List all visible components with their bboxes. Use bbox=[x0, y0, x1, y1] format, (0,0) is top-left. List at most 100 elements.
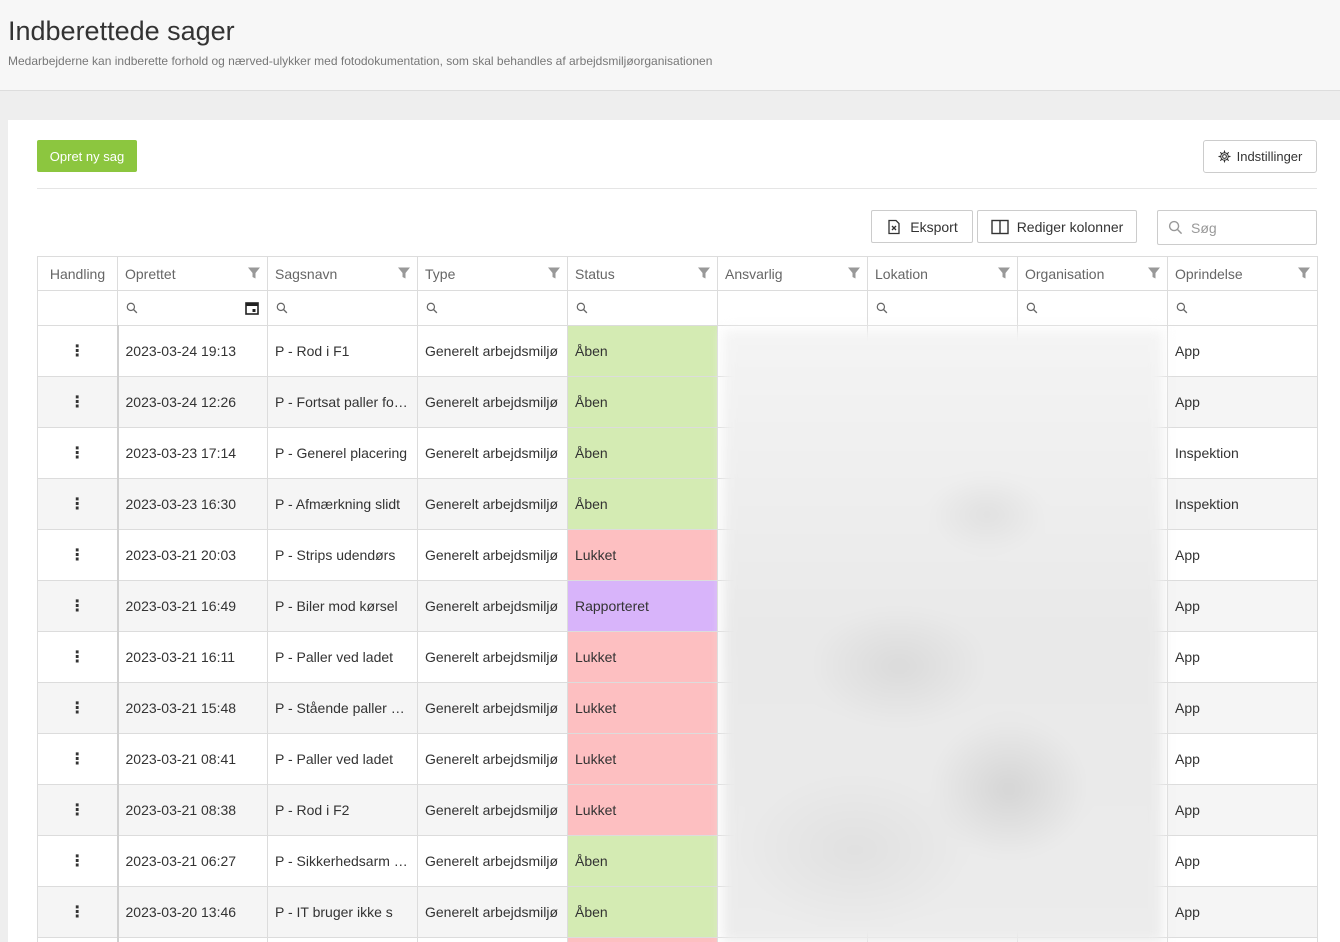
edit-columns-button[interactable]: Rediger kolonner bbox=[977, 210, 1137, 243]
vertical-dots-icon[interactable]: ⋮ bbox=[69, 904, 85, 921]
column-header-label: Ansvarlig bbox=[725, 265, 783, 282]
settings-label: Indstillinger bbox=[1236, 149, 1303, 164]
create-case-button[interactable]: Opret ny sag bbox=[37, 140, 137, 172]
origin-cell bbox=[1167, 937, 1318, 942]
vertical-dots-icon[interactable]: ⋮ bbox=[69, 445, 85, 462]
column-header[interactable]: Status bbox=[567, 256, 718, 291]
status-cell: Lukket bbox=[567, 733, 718, 785]
type-cell bbox=[417, 937, 568, 942]
status-cell: Åben bbox=[567, 886, 718, 938]
origin-cell: App bbox=[1167, 835, 1318, 887]
column-header[interactable]: Ansvarlig bbox=[717, 256, 868, 291]
status-cell: Åben bbox=[567, 478, 718, 530]
vertical-dots-icon[interactable]: ⋮ bbox=[69, 598, 85, 615]
vertical-dots-icon[interactable]: ⋮ bbox=[69, 343, 85, 360]
filter-icon[interactable] bbox=[997, 266, 1011, 283]
case-name-cell: P - Rod i F2 bbox=[267, 784, 418, 836]
search-input[interactable] bbox=[1191, 219, 1311, 236]
search-icon bbox=[876, 301, 888, 317]
vertical-dots-icon[interactable]: ⋮ bbox=[69, 649, 85, 666]
column-header[interactable]: Organisation bbox=[1017, 256, 1168, 291]
status-cell: Lukket bbox=[567, 937, 718, 942]
column-header[interactable]: Sagsnavn bbox=[267, 256, 418, 291]
row-menu[interactable]: ⋮ bbox=[37, 427, 118, 479]
origin-cell: App bbox=[1167, 325, 1318, 377]
filter-icon[interactable] bbox=[547, 266, 561, 283]
calendar-icon[interactable] bbox=[245, 301, 259, 318]
created-cell: 2023-03-23 17:14 bbox=[116, 427, 268, 479]
search-icon bbox=[1026, 301, 1038, 317]
column-header[interactable]: Oprettet bbox=[117, 256, 268, 291]
column-filter-cell[interactable] bbox=[1167, 290, 1318, 326]
row-menu[interactable]: ⋮ bbox=[37, 835, 118, 887]
status-cell: Åben bbox=[567, 427, 718, 479]
type-cell: Generelt arbejdsmiljø bbox=[417, 631, 568, 683]
column-filter-cell[interactable] bbox=[117, 290, 268, 326]
row-menu[interactable]: ⋮ bbox=[37, 376, 118, 428]
row-menu[interactable]: ⋮ bbox=[37, 886, 118, 938]
filter-icon[interactable] bbox=[847, 266, 861, 283]
filter-icon[interactable] bbox=[697, 266, 711, 283]
column-filter-cell[interactable] bbox=[867, 290, 1018, 326]
page-subtitle: Medarbejderne kan indberette forhold og … bbox=[8, 54, 713, 68]
type-cell: Generelt arbejdsmiljø bbox=[417, 682, 568, 734]
filter-icon[interactable] bbox=[1147, 266, 1161, 283]
gear-icon bbox=[1218, 150, 1231, 163]
case-name-cell: P - Paller ved ladet bbox=[267, 631, 418, 683]
row-menu[interactable]: ⋮ bbox=[37, 580, 118, 632]
row-menu[interactable]: ⋮ bbox=[37, 478, 118, 530]
vertical-dots-icon[interactable]: ⋮ bbox=[69, 751, 85, 768]
type-cell: Generelt arbejdsmiljø bbox=[417, 478, 568, 530]
row-menu[interactable]: ⋮ bbox=[37, 325, 118, 377]
created-cell bbox=[116, 937, 268, 942]
row-menu[interactable]: ⋮ bbox=[37, 733, 118, 785]
case-name-cell: P - Rod i F1 bbox=[267, 325, 418, 377]
export-button[interactable]: Eksport bbox=[871, 210, 973, 243]
column-header-label: Lokation bbox=[875, 265, 928, 282]
row-menu[interactable] bbox=[37, 937, 118, 942]
origin-cell: App bbox=[1167, 886, 1318, 938]
export-label: Eksport bbox=[910, 218, 958, 235]
type-cell: Generelt arbejdsmiljø bbox=[417, 529, 568, 581]
case-name-cell: P - Afmærkning slidt bbox=[267, 478, 418, 530]
column-header[interactable]: Type bbox=[417, 256, 568, 291]
column-header[interactable]: Handling bbox=[37, 256, 118, 291]
vertical-dots-icon[interactable]: ⋮ bbox=[69, 496, 85, 513]
row-menu[interactable]: ⋮ bbox=[37, 682, 118, 734]
case-name-cell: P - Stående paller ved bbox=[267, 682, 418, 734]
search-icon bbox=[426, 301, 438, 317]
case-name-cell: P - Generel placering bbox=[267, 427, 418, 479]
origin-cell: Inspektion bbox=[1167, 427, 1318, 479]
column-header[interactable]: Oprindelse bbox=[1167, 256, 1318, 291]
row-menu[interactable]: ⋮ bbox=[37, 529, 118, 581]
divider bbox=[37, 188, 1317, 189]
search-icon bbox=[576, 301, 588, 317]
column-filter-cell[interactable] bbox=[717, 290, 868, 326]
created-cell: 2023-03-21 15:48 bbox=[116, 682, 268, 734]
origin-cell: App bbox=[1167, 784, 1318, 836]
status-cell: Åben bbox=[567, 376, 718, 428]
vertical-dots-icon[interactable]: ⋮ bbox=[69, 700, 85, 717]
column-filter-cell[interactable] bbox=[567, 290, 718, 326]
settings-button[interactable]: Indstillinger bbox=[1203, 140, 1317, 173]
column-filter-cell[interactable] bbox=[267, 290, 418, 326]
filter-icon[interactable] bbox=[247, 266, 261, 283]
search-icon bbox=[276, 301, 288, 317]
search-box bbox=[1157, 210, 1317, 245]
vertical-dots-icon[interactable]: ⋮ bbox=[69, 853, 85, 870]
origin-cell: App bbox=[1167, 529, 1318, 581]
column-filter-cell[interactable] bbox=[417, 290, 568, 326]
filter-icon[interactable] bbox=[397, 266, 411, 283]
created-cell: 2023-03-21 08:41 bbox=[116, 733, 268, 785]
row-menu[interactable]: ⋮ bbox=[37, 784, 118, 836]
origin-cell: App bbox=[1167, 376, 1318, 428]
vertical-dots-icon[interactable]: ⋮ bbox=[69, 394, 85, 411]
row-menu[interactable]: ⋮ bbox=[37, 631, 118, 683]
column-filter-cell[interactable] bbox=[1017, 290, 1168, 326]
column-header-label: Organisation bbox=[1025, 265, 1105, 282]
vertical-dots-icon[interactable]: ⋮ bbox=[69, 802, 85, 819]
column-filter-cell bbox=[37, 290, 118, 326]
vertical-dots-icon[interactable]: ⋮ bbox=[69, 547, 85, 564]
filter-icon[interactable] bbox=[1297, 266, 1311, 283]
column-header[interactable]: Lokation bbox=[867, 256, 1018, 291]
